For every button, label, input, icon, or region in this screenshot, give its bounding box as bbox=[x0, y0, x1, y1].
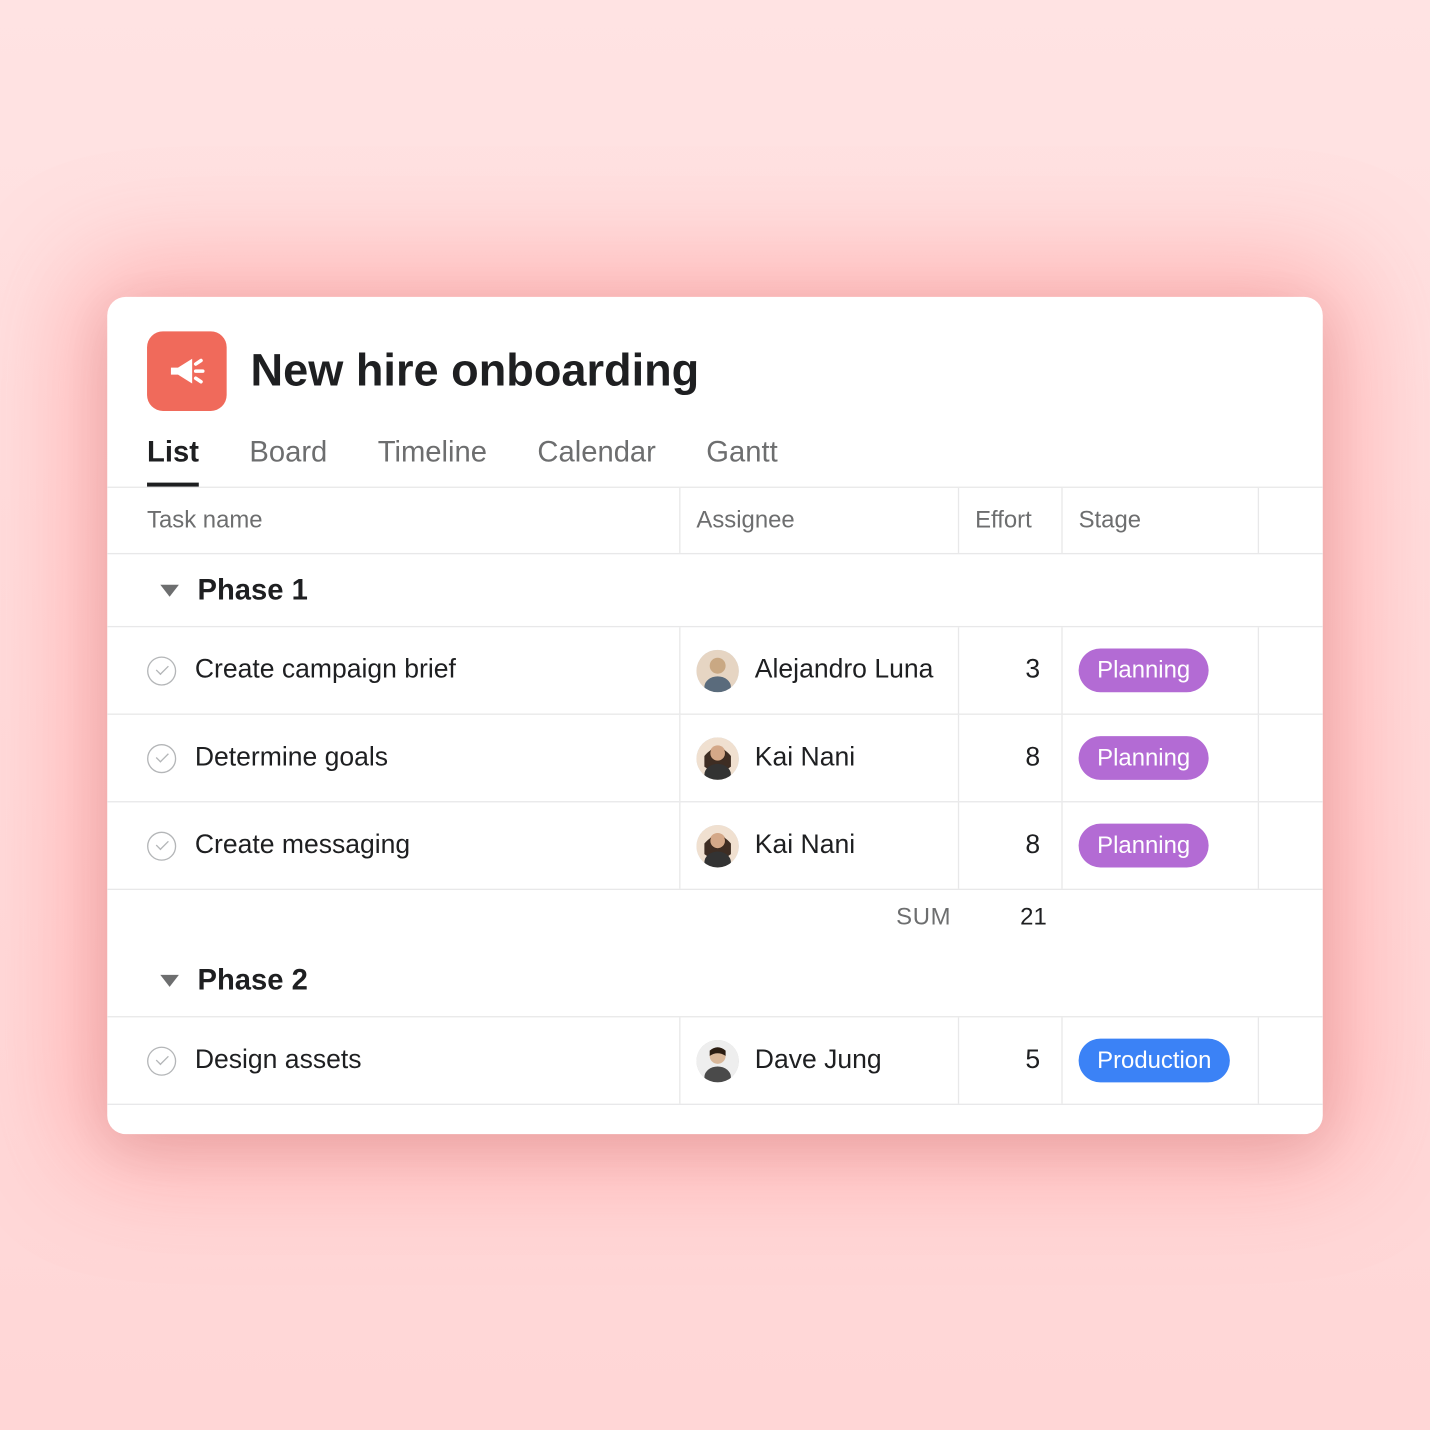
check-circle-icon[interactable] bbox=[147, 655, 176, 684]
tab-calendar[interactable]: Calendar bbox=[537, 434, 655, 486]
task-name: Create messaging bbox=[195, 830, 410, 861]
task-name: Determine goals bbox=[195, 742, 388, 773]
avatar[interactable] bbox=[696, 824, 738, 866]
project-title: New hire onboarding bbox=[251, 345, 700, 397]
task-row[interactable]: Create campaign brief Alejandro Luna 3 P… bbox=[107, 627, 1323, 715]
effort-value: 8 bbox=[1025, 830, 1040, 861]
sum-value: 21 bbox=[1020, 903, 1047, 931]
column-assignee[interactable]: Assignee bbox=[680, 487, 959, 552]
effort-value: 8 bbox=[1025, 742, 1040, 773]
task-row[interactable]: Design assets Dave Jung 5 Production bbox=[107, 1017, 1323, 1105]
effort-value: 5 bbox=[1025, 1045, 1040, 1076]
check-circle-icon[interactable] bbox=[147, 830, 176, 859]
section-header-phase-2[interactable]: Phase 2 bbox=[107, 944, 1323, 1017]
stage-badge[interactable]: Planning bbox=[1079, 648, 1209, 692]
column-spacer bbox=[1259, 487, 1323, 552]
task-name: Create campaign brief bbox=[195, 655, 456, 686]
section-sum-row: SUM 21 bbox=[107, 890, 1323, 944]
assignee-name: Kai Nani bbox=[755, 742, 855, 773]
stage-badge[interactable]: Production bbox=[1079, 1038, 1230, 1082]
chevron-down-icon bbox=[160, 974, 179, 986]
column-task-name[interactable]: Task name bbox=[107, 487, 680, 552]
project-header: New hire onboarding bbox=[107, 296, 1323, 415]
task-row[interactable]: Create messaging Kai Nani 8 Planning bbox=[107, 802, 1323, 890]
section-title: Phase 1 bbox=[197, 572, 307, 607]
stage-badge[interactable]: Planning bbox=[1079, 823, 1209, 867]
sum-label: SUM bbox=[896, 903, 951, 931]
stage-badge[interactable]: Planning bbox=[1079, 736, 1209, 780]
tab-timeline[interactable]: Timeline bbox=[378, 434, 487, 486]
column-effort[interactable]: Effort bbox=[959, 487, 1063, 552]
avatar[interactable] bbox=[696, 736, 738, 778]
tab-gantt[interactable]: Gantt bbox=[706, 434, 777, 486]
section-title: Phase 2 bbox=[197, 962, 307, 997]
effort-value: 3 bbox=[1025, 655, 1040, 686]
task-row[interactable]: Determine goals Kai Nani 8 Planning bbox=[107, 714, 1323, 802]
check-circle-icon[interactable] bbox=[147, 1045, 176, 1074]
chevron-down-icon bbox=[160, 584, 179, 596]
avatar[interactable] bbox=[696, 1039, 738, 1081]
avatar[interactable] bbox=[696, 649, 738, 691]
tab-list[interactable]: List bbox=[147, 434, 199, 486]
task-name: Design assets bbox=[195, 1045, 362, 1076]
assignee-name: Alejandro Luna bbox=[755, 655, 934, 686]
tab-board[interactable]: Board bbox=[249, 434, 327, 486]
megaphone-icon bbox=[147, 331, 227, 411]
project-panel: New hire onboarding List Board Timeline … bbox=[107, 296, 1323, 1133]
column-headers: Task name Assignee Effort Stage bbox=[107, 486, 1323, 554]
view-tabs: List Board Timeline Calendar Gantt bbox=[107, 416, 1323, 486]
column-stage[interactable]: Stage bbox=[1063, 487, 1259, 552]
section-header-phase-1[interactable]: Phase 1 bbox=[107, 554, 1323, 627]
check-circle-icon[interactable] bbox=[147, 743, 176, 772]
assignee-name: Dave Jung bbox=[755, 1045, 882, 1076]
assignee-name: Kai Nani bbox=[755, 830, 855, 861]
